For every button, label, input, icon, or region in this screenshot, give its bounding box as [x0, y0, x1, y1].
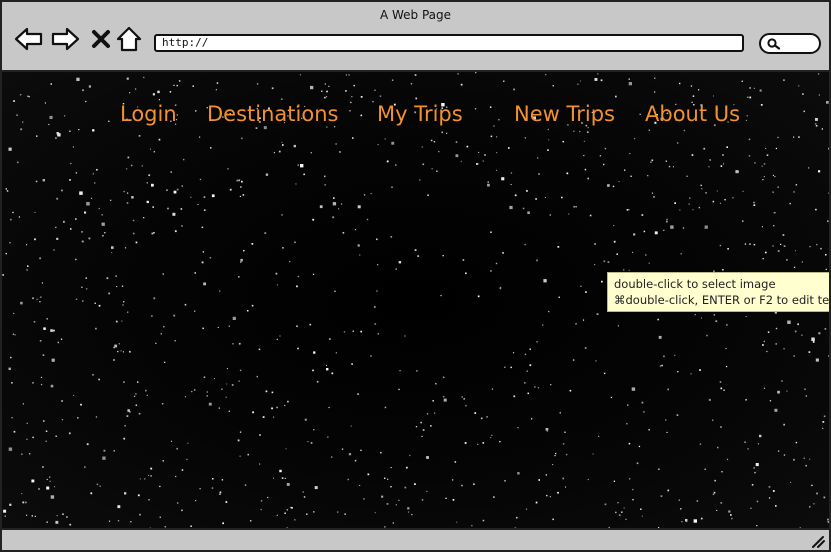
browser-toolbar: A Web Page http://	[2, 2, 829, 72]
browser-window: A Web Page http:// Login Destinations My…	[0, 0, 831, 552]
back-arrow-icon	[14, 27, 43, 51]
home-icon	[116, 26, 142, 52]
forward-arrow-icon	[51, 27, 80, 51]
page-content: Login Destinations My Trips New Trips Ab…	[2, 72, 829, 528]
nav-item-new-trips[interactable]: New Trips	[514, 102, 615, 126]
window-title: A Web Page	[379, 8, 452, 22]
tooltip-line-2: ⌘double-click, ENTER or F2 to edit text	[614, 293, 829, 307]
home-button[interactable]	[114, 24, 144, 54]
tooltip-line-1: double-click to select image	[614, 277, 776, 291]
url-input[interactable]: http://	[154, 34, 744, 52]
tooltip: double-click to select image ⌘double-cli…	[607, 272, 829, 312]
nav-item-login[interactable]: Login	[120, 102, 177, 126]
forward-button[interactable]	[50, 24, 80, 54]
nav-item-about-us[interactable]: About Us	[645, 102, 740, 126]
main-nav: Login Destinations My Trips New Trips Ab…	[2, 102, 829, 132]
search-input[interactable]	[759, 33, 821, 54]
back-button[interactable]	[14, 24, 44, 54]
nav-item-destinations[interactable]: Destinations	[207, 102, 338, 126]
nav-item-my-trips[interactable]: My Trips	[377, 102, 463, 126]
stop-button[interactable]	[86, 24, 116, 54]
url-text: http://	[162, 36, 209, 49]
status-bar	[2, 528, 829, 550]
close-x-icon	[92, 30, 110, 48]
search-icon	[767, 38, 781, 50]
resize-grip-icon[interactable]	[809, 532, 825, 548]
